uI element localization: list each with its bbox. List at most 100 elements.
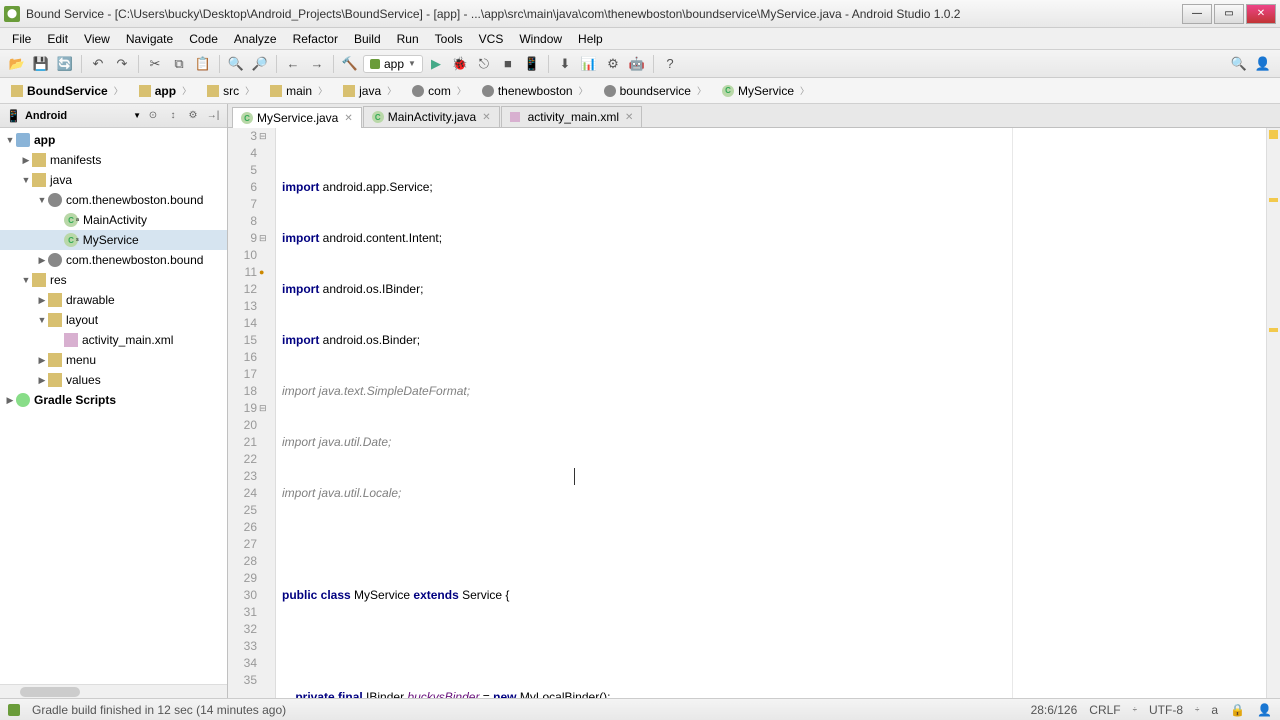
save-icon[interactable]: 💾 bbox=[30, 53, 52, 75]
user-icon[interactable]: 👤 bbox=[1252, 53, 1274, 75]
run-config-dropdown[interactable]: app ▼ bbox=[363, 55, 423, 73]
monitor-icon[interactable]: 📊 bbox=[578, 53, 600, 75]
stop-icon[interactable]: ■ bbox=[497, 53, 519, 75]
minimize-button[interactable]: — bbox=[1182, 4, 1212, 24]
caret-position[interactable]: 28:6/126 bbox=[1031, 703, 1078, 717]
menu-file[interactable]: File bbox=[4, 30, 39, 48]
inspection-indicator[interactable] bbox=[1269, 130, 1278, 139]
menu-analyze[interactable]: Analyze bbox=[226, 30, 285, 48]
breadcrumb: BoundService〉 app〉 src〉 main〉 java〉 com〉… bbox=[0, 78, 1280, 104]
titlebar: ⬤ Bound Service - [C:\Users\bucky\Deskto… bbox=[0, 0, 1280, 28]
settings-icon[interactable]: ⚙ bbox=[602, 53, 624, 75]
menu-navigate[interactable]: Navigate bbox=[118, 30, 181, 48]
close-icon[interactable]: ✕ bbox=[344, 113, 352, 124]
tab-myservice[interactable]: CMyService.java✕ bbox=[232, 107, 362, 128]
text-cursor-secondary bbox=[574, 468, 575, 485]
tree-java[interactable]: ▼java bbox=[0, 170, 227, 190]
attach-icon[interactable]: ⎋ bbox=[473, 53, 495, 75]
tree-hscroll[interactable] bbox=[0, 684, 227, 698]
close-icon[interactable]: ✕ bbox=[482, 112, 490, 123]
chevron-down-icon[interactable]: ▼ bbox=[133, 111, 141, 120]
undo-icon[interactable]: ↶ bbox=[87, 53, 109, 75]
run-icon[interactable]: ▶ bbox=[425, 53, 447, 75]
paste-icon[interactable]: 📋 bbox=[192, 53, 214, 75]
tree-pkg1[interactable]: ▼com.thenewboston.bound bbox=[0, 190, 227, 210]
crumb-boundservice[interactable]: boundservice〉 bbox=[597, 81, 715, 101]
forward-icon[interactable]: → bbox=[306, 53, 328, 75]
maximize-button[interactable]: ▭ bbox=[1214, 4, 1244, 24]
menu-edit[interactable]: Edit bbox=[39, 30, 76, 48]
window-title: Bound Service - [C:\Users\bucky\Desktop\… bbox=[26, 7, 1182, 21]
tree-gradle[interactable]: ▶Gradle Scripts bbox=[0, 390, 227, 410]
crumb-project[interactable]: BoundService〉 bbox=[4, 81, 132, 101]
close-button[interactable]: ✕ bbox=[1246, 4, 1276, 24]
menu-vcs[interactable]: VCS bbox=[471, 30, 512, 48]
back-icon[interactable]: ← bbox=[282, 53, 304, 75]
menu-view[interactable]: View bbox=[76, 30, 118, 48]
menu-build[interactable]: Build bbox=[346, 30, 389, 48]
gear-icon[interactable]: ⚙ bbox=[185, 108, 201, 124]
replace-icon[interactable]: 🔎 bbox=[249, 53, 271, 75]
crumb-java[interactable]: java〉 bbox=[336, 81, 405, 101]
error-stripe[interactable] bbox=[1266, 128, 1280, 698]
menu-run[interactable]: Run bbox=[389, 30, 427, 48]
sync-icon[interactable]: 🔄 bbox=[54, 53, 76, 75]
tab-mainactivity[interactable]: CMainActivity.java✕ bbox=[363, 106, 500, 127]
crumb-com[interactable]: com〉 bbox=[405, 81, 475, 101]
tab-activitymain[interactable]: activity_main.xml✕ bbox=[501, 106, 643, 127]
cut-icon[interactable]: ✂ bbox=[144, 53, 166, 75]
project-tool-window: 📱 Android ▼ ⊙ ↕ ⚙ →| ▼app ▶manifests ▼ja… bbox=[0, 104, 228, 698]
menu-help[interactable]: Help bbox=[570, 30, 611, 48]
tree-res[interactable]: ▼res bbox=[0, 270, 227, 290]
tree-drawable[interactable]: ▶drawable bbox=[0, 290, 227, 310]
sdk-icon[interactable]: ⬇ bbox=[554, 53, 576, 75]
open-icon[interactable]: 📂 bbox=[6, 53, 28, 75]
menu-tools[interactable]: Tools bbox=[427, 30, 471, 48]
android-icon[interactable]: 🤖 bbox=[626, 53, 648, 75]
find-icon[interactable]: 🔍 bbox=[225, 53, 247, 75]
tree-mainactivity[interactable]: CᵃMainActivity bbox=[0, 210, 227, 230]
make-icon[interactable]: 🔨 bbox=[339, 53, 361, 75]
copy-icon[interactable]: ⧉ bbox=[168, 53, 190, 75]
menu-refactor[interactable]: Refactor bbox=[285, 30, 346, 48]
tree-app[interactable]: ▼app bbox=[0, 130, 227, 150]
line-separator[interactable]: CRLF bbox=[1089, 703, 1120, 717]
menu-code[interactable]: Code bbox=[181, 30, 226, 48]
tree-values[interactable]: ▶values bbox=[0, 370, 227, 390]
avd-icon[interactable]: 📱 bbox=[521, 53, 543, 75]
app-icon: ⬤ bbox=[4, 6, 20, 22]
editor-tabs: CMyService.java✕ CMainActivity.java✕ act… bbox=[228, 104, 1280, 128]
help-icon[interactable]: ? bbox=[659, 53, 681, 75]
editor: CMyService.java✕ CMainActivity.java✕ act… bbox=[228, 104, 1280, 698]
android-app-icon bbox=[370, 59, 380, 69]
code-area[interactable]: import android.app.Service; import andro… bbox=[276, 128, 1266, 698]
file-encoding[interactable]: UTF-8 bbox=[1149, 703, 1183, 717]
menu-window[interactable]: Window bbox=[511, 30, 570, 48]
search-icon[interactable]: 🔍 bbox=[1228, 53, 1250, 75]
tree-myservice[interactable]: CˢMyService bbox=[0, 230, 227, 250]
redo-icon[interactable]: ↷ bbox=[111, 53, 133, 75]
tree-menu[interactable]: ▶menu bbox=[0, 350, 227, 370]
crumb-main[interactable]: main〉 bbox=[263, 81, 336, 101]
crumb-app[interactable]: app〉 bbox=[132, 81, 200, 101]
crumb-src[interactable]: src〉 bbox=[200, 81, 263, 101]
crumb-thenewboston[interactable]: thenewboston〉 bbox=[475, 81, 597, 101]
collapse-icon[interactable]: ↕ bbox=[165, 108, 181, 124]
close-icon[interactable]: ✕ bbox=[625, 112, 633, 123]
lock-icon[interactable]: 🔒 bbox=[1230, 703, 1245, 717]
insert-mode[interactable]: a bbox=[1211, 703, 1218, 717]
tree-manifests[interactable]: ▶manifests bbox=[0, 150, 227, 170]
tool-window-header: 📱 Android ▼ ⊙ ↕ ⚙ →| bbox=[0, 104, 227, 128]
crumb-class[interactable]: CMyService〉 bbox=[715, 81, 818, 101]
android-view-icon: 📱 bbox=[6, 109, 21, 123]
status-bar: Gradle build finished in 12 sec (14 minu… bbox=[0, 698, 1280, 720]
tree-layout[interactable]: ▼layout bbox=[0, 310, 227, 330]
scroll-from-source-icon[interactable]: ⊙ bbox=[145, 108, 161, 124]
tree-pkg2[interactable]: ▶com.thenewboston.bound bbox=[0, 250, 227, 270]
debug-icon[interactable]: 🐞 bbox=[449, 53, 471, 75]
gutter[interactable]: 3456789101112131415161718192021222324252… bbox=[228, 128, 276, 698]
tree-layout-file[interactable]: activity_main.xml bbox=[0, 330, 227, 350]
project-tree[interactable]: ▼app ▶manifests ▼java ▼com.thenewboston.… bbox=[0, 128, 227, 684]
hector-icon[interactable]: 👤 bbox=[1257, 703, 1272, 717]
hide-icon[interactable]: →| bbox=[205, 108, 221, 124]
